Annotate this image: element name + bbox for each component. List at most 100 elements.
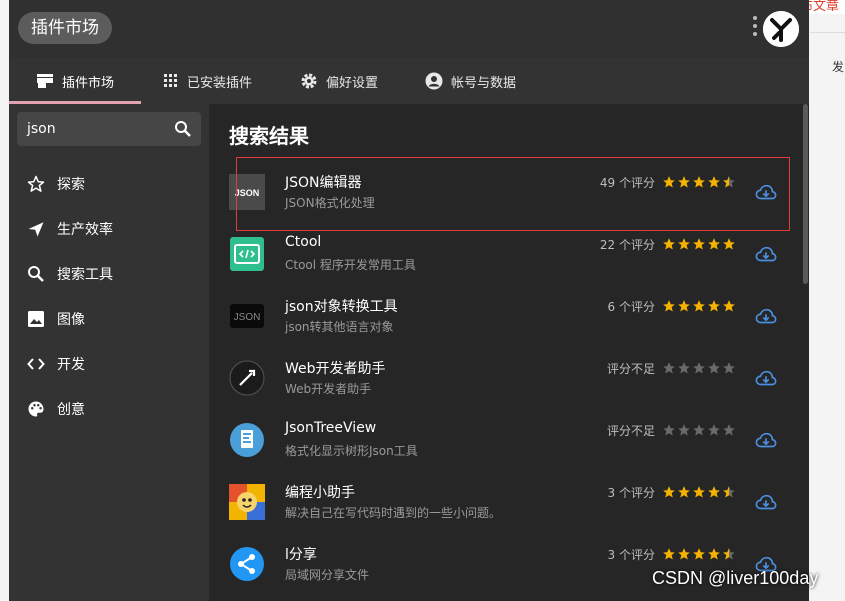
rating-count: 22 个评分 — [599, 238, 655, 252]
result-item[interactable]: JSON json对象转换工具 json转其他语言对象 6 个评分 — [209, 290, 803, 352]
star-icon — [692, 298, 707, 312]
search-icon[interactable] — [174, 120, 192, 138]
result-name: 编程小助手 — [285, 485, 355, 501]
result-name: JsonTreeView — [285, 420, 377, 436]
rating-count: 评分不足 — [606, 424, 655, 438]
store-icon — [37, 74, 53, 88]
star-icon — [692, 360, 707, 374]
star-icon — [662, 174, 677, 188]
svg-text:JSON: JSON — [234, 312, 261, 323]
result-description: 解决自己在写代码时遇到的一些小问题。 — [285, 506, 502, 520]
star-icon — [662, 298, 677, 312]
star-icon — [707, 484, 722, 498]
watermark: CSDN @liver100day — [652, 568, 819, 588]
star-icon — [707, 360, 722, 374]
star-icon — [677, 236, 692, 250]
result-item[interactable]: Web开发者助手 Web开发者助手 评分不足 — [209, 352, 803, 414]
tab-plugin-market[interactable]: 插件市场 — [36, 58, 114, 104]
sidebar: json 探索 生产效率 搜索工具 图像 开发 创意 — [9, 104, 209, 601]
rating-count: 6 个评分 — [607, 300, 655, 314]
star-icon — [692, 422, 707, 436]
code-icon — [27, 358, 45, 370]
result-description: JSON格式化处理 — [285, 196, 375, 210]
star-rating — [662, 236, 737, 250]
result-name: Ctool — [285, 234, 322, 250]
star-rating — [662, 484, 737, 498]
sidebar-item-develop[interactable]: 开发 — [27, 352, 85, 376]
result-item[interactable]: JsonTreeView 格式化显示树形Json工具 评分不足 — [209, 414, 803, 476]
search-results-panel: 搜索结果 JSON JSON编辑器 JSON格式化处理 49 个评分 Ctool Ctoo… — [209, 104, 809, 601]
result-item[interactable]: Ctool Ctool 程序开发常用工具 22 个评分 — [209, 228, 803, 290]
star-icon — [692, 236, 707, 250]
sidebar-item-image[interactable]: 图像 — [27, 307, 85, 331]
star-rating — [662, 360, 737, 374]
sidebar-item-label: 创意 — [57, 402, 85, 418]
account-icon — [425, 72, 443, 90]
star-icon — [722, 174, 737, 188]
more-menu-icon[interactable] — [753, 16, 757, 40]
result-description: 局域网分享文件 — [285, 568, 370, 582]
tab-installed[interactable]: 已安装插件 — [163, 58, 252, 104]
page-title: 搜索结果 — [229, 124, 309, 148]
star-icon — [707, 422, 722, 436]
gear-icon — [301, 73, 317, 89]
star-rating — [662, 422, 737, 436]
tab-bar: 插件市场 已安装插件 偏好设置 帐号与数据 — [9, 58, 809, 105]
tab-label: 偏好设置 — [326, 75, 379, 91]
json-tree-icon — [229, 422, 265, 458]
sidebar-item-label: 搜索工具 — [57, 267, 113, 283]
header: 插件市场 — [9, 0, 809, 58]
sidebar-item-productivity[interactable]: 生产效率 — [27, 217, 113, 241]
star-icon — [722, 484, 737, 498]
cloud-download-icon[interactable] — [755, 369, 777, 393]
cloud-download-icon[interactable] — [755, 493, 777, 517]
result-description: Ctool 程序开发常用工具 — [285, 258, 416, 272]
star-icon — [677, 360, 692, 374]
star-icon — [692, 546, 707, 560]
app-title: 插件市场 — [18, 12, 112, 44]
plugin-market-window: 插件市场 插件市场 已安装插件 偏好设置 帐号与数据 json 探索 生产效率 … — [9, 0, 809, 601]
star-icon — [692, 484, 707, 498]
star-icon — [662, 236, 677, 250]
result-name: Web开发者助手 — [285, 361, 386, 377]
result-item[interactable]: JSON JSON编辑器 JSON格式化处理 49 个评分 — [209, 166, 803, 228]
cloud-download-icon[interactable] — [755, 431, 777, 455]
rating-count: 3 个评分 — [607, 548, 655, 562]
star-icon — [677, 484, 692, 498]
cloud-download-icon[interactable] — [755, 307, 777, 331]
send-icon — [28, 222, 44, 237]
search-value[interactable]: json — [27, 112, 56, 146]
rating-count: 49 个评分 — [599, 176, 655, 190]
tab-label: 插件市场 — [62, 75, 115, 91]
result-item[interactable]: 编程小助手 解决自己在写代码时遇到的一些小问题。 3 个评分 — [209, 476, 803, 538]
sidebar-item-explore[interactable]: 探索 — [27, 172, 85, 196]
star-icon — [722, 422, 737, 436]
cloud-download-icon[interactable] — [755, 183, 777, 207]
result-name: JSON编辑器 — [285, 175, 362, 191]
svg-text:JSON: JSON — [235, 188, 260, 198]
sidebar-item-search-tools[interactable]: 搜索工具 — [27, 262, 113, 286]
tab-label: 已安装插件 — [187, 75, 253, 91]
sidebar-item-creative[interactable]: 创意 — [27, 397, 85, 421]
star-icon — [662, 360, 677, 374]
rating-count: 评分不足 — [606, 362, 655, 376]
scrollbar[interactable] — [803, 104, 808, 284]
web-dev-icon — [229, 360, 265, 396]
palette-icon — [28, 401, 44, 417]
star-icon — [677, 174, 692, 188]
result-description: 格式化显示树形Json工具 — [285, 444, 418, 458]
sidebar-item-label: 图像 — [57, 312, 85, 328]
app-logo[interactable] — [763, 11, 799, 47]
search-input[interactable]: json — [17, 112, 201, 146]
background-divider — [810, 32, 845, 33]
tab-settings[interactable]: 偏好设置 — [300, 58, 378, 104]
result-description: json转其他语言对象 — [285, 320, 394, 334]
tab-label: 帐号与数据 — [451, 75, 517, 91]
star-rating — [662, 298, 737, 312]
tab-account[interactable]: 帐号与数据 — [425, 58, 516, 104]
sidebar-item-label: 探索 — [57, 177, 85, 193]
result-name: l分享 — [285, 547, 317, 563]
cloud-download-icon[interactable] — [755, 245, 777, 269]
star-rating — [662, 546, 737, 560]
star-icon — [722, 236, 737, 250]
